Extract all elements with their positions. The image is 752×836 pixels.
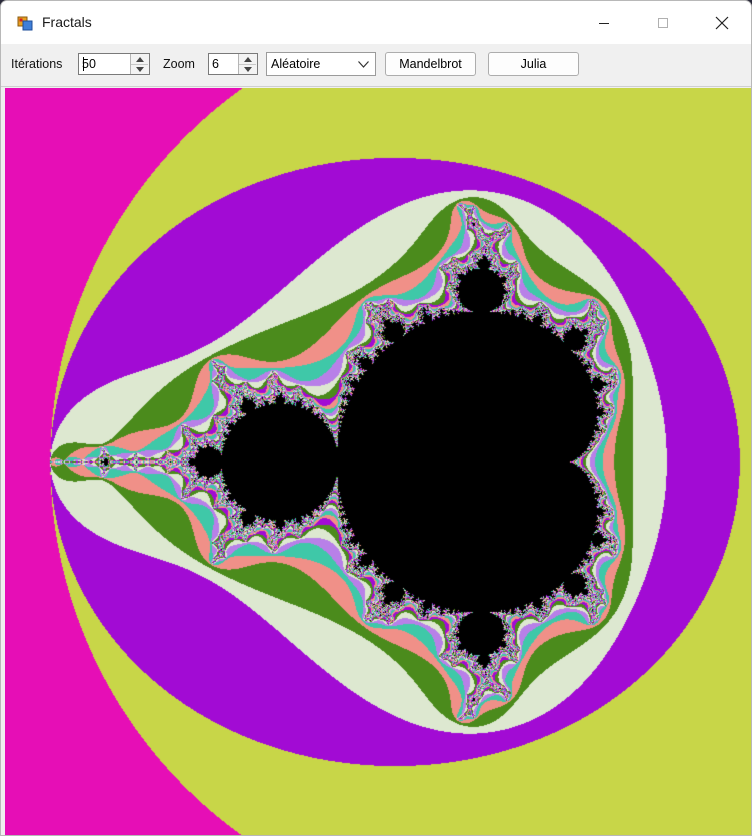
fractal-canvas[interactable]: [5, 88, 751, 835]
iterations-label: Itérations: [11, 57, 63, 71]
chevron-down-icon: [135, 66, 144, 72]
chevron-up-icon: [135, 56, 144, 62]
zoom-stepper[interactable]: 6: [208, 53, 258, 75]
chevron-down-icon: [358, 61, 369, 68]
zoom-spin-buttons: [238, 54, 257, 74]
zoom-label: Zoom: [163, 57, 195, 71]
mandelbrot-button[interactable]: Mandelbrot: [385, 52, 476, 76]
palette-selected: Aléatoire: [271, 57, 321, 71]
julia-button[interactable]: Julia: [488, 52, 579, 76]
chevron-down-icon: [243, 66, 252, 72]
maximize-button[interactable]: [634, 1, 692, 44]
maximize-icon: [658, 17, 668, 28]
title-bar[interactable]: Fractals: [1, 1, 751, 44]
iterations-spin-buttons: [130, 54, 149, 74]
close-button[interactable]: [693, 1, 751, 44]
iterations-down-button[interactable]: [131, 64, 148, 74]
minimize-icon: [599, 22, 609, 24]
toolbar: Itérations 50 Zoom 6 Aléatoire Mandelbro…: [1, 44, 751, 87]
chevron-up-icon: [243, 56, 252, 62]
minimize-button[interactable]: [575, 1, 633, 44]
close-icon: [715, 16, 729, 29]
zoom-value[interactable]: 6: [212, 57, 219, 71]
app-window: Fractals Itérations 50 Zoom 6 Aléatoire …: [0, 0, 752, 836]
windows-forms-app-icon: [17, 16, 33, 31]
palette-dropdown[interactable]: Aléatoire: [266, 52, 376, 76]
iterations-stepper[interactable]: 50: [78, 53, 150, 75]
zoom-down-button[interactable]: [239, 64, 256, 74]
window-title: Fractals: [42, 14, 92, 30]
text-caret: [83, 57, 84, 71]
iterations-value[interactable]: 50: [82, 57, 96, 71]
